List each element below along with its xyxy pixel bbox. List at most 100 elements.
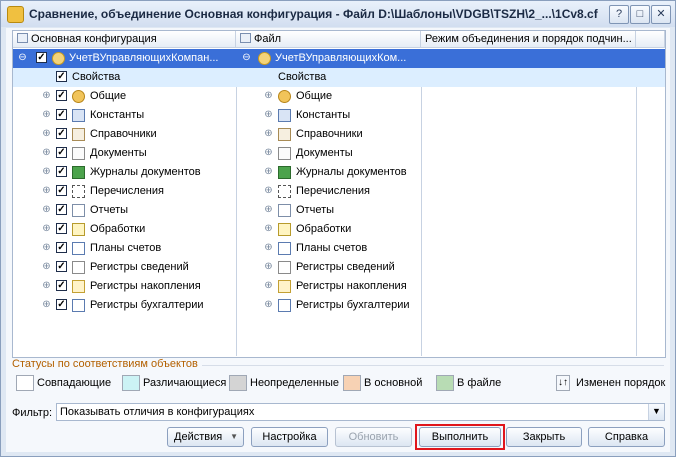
item-checkbox[interactable]: ✓ <box>56 147 67 158</box>
close-window-button[interactable]: ✕ <box>651 5 671 24</box>
item-label-file: Перечисления <box>296 185 370 197</box>
tree-row[interactable]: ⊕ ✓ Документы ⊕ Документы <box>13 144 665 163</box>
filter-combo[interactable]: Показывать отличия в конфигурациях ▼ <box>56 403 665 421</box>
legend-label: Различающиеся <box>143 377 227 389</box>
comparison-tree[interactable]: Основная конфигурация Файл Режим объедин… <box>12 30 666 358</box>
expand-icon[interactable]: ⊕ <box>42 129 51 139</box>
chevron-down-icon[interactable]: ▼ <box>648 404 664 420</box>
expand-icon[interactable]: ⊕ <box>264 262 273 272</box>
expand-icon[interactable]: ⊕ <box>42 300 51 310</box>
tree-row[interactable]: ⊕ ✓ Справочники ⊕ Справочники <box>13 125 665 144</box>
expand-icon[interactable]: ⊕ <box>264 167 273 177</box>
update-button[interactable]: Обновить <box>335 427 412 447</box>
expand-icon[interactable]: ⊕ <box>264 186 273 196</box>
tree-row[interactable]: ⊕ ✓ Регистры бухгалтерии ⊕ Регистры бухгалте… <box>13 296 665 315</box>
tree-row-root[interactable]: ⊖ ✓ УчетВУправляющихКомпан... ⊖ УчетВУправля… <box>13 49 665 68</box>
item-checkbox[interactable]: ✓ <box>56 242 67 253</box>
legend-swatch <box>436 375 454 391</box>
expand-icon[interactable]: ⊕ <box>42 224 51 234</box>
expand-icon[interactable]: ⊕ <box>264 205 273 215</box>
root-label-main: УчетВУправляющихКомпан... <box>69 52 219 64</box>
item-checkbox[interactable]: ✓ <box>56 261 67 272</box>
tree-row[interactable]: ⊕ ✓ Планы счетов ⊕ Планы счетов <box>13 239 665 258</box>
expand-icon[interactable]: ⊕ <box>264 243 273 253</box>
accumulation-registers-icon <box>72 280 85 293</box>
collapse-icon[interactable]: ⊖ <box>242 53 251 63</box>
merge-window: Сравнение, объединение Основная конфигур… <box>0 0 676 457</box>
item-label-main: Планы счетов <box>90 242 162 254</box>
expand-icon[interactable]: ⊕ <box>42 110 51 120</box>
item-checkbox[interactable]: ✓ <box>56 185 67 196</box>
item-label-main: Отчеты <box>90 204 129 216</box>
tree-row[interactable]: ⊕ ✓ Перечисления ⊕ Перечисления <box>13 182 665 201</box>
item-checkbox[interactable]: ✓ <box>56 204 67 215</box>
expand-icon[interactable]: ⊕ <box>42 186 51 196</box>
legend-order-changed-label: Изменен порядок <box>576 377 666 389</box>
dialog-body: Основная конфигурация Файл Режим объедин… <box>6 28 670 452</box>
expand-icon[interactable]: ⊕ <box>264 281 273 291</box>
tree-row[interactable]: ⊕ ✓ Общие ⊕ Общие <box>13 87 665 106</box>
item-checkbox[interactable]: ✓ <box>56 90 67 101</box>
item-checkbox[interactable]: ✓ <box>56 280 67 291</box>
expand-icon[interactable]: ⊕ <box>42 91 51 101</box>
tree-row[interactable]: ⊕ ✓ Обработки ⊕ Обработки <box>13 220 665 239</box>
column-header-main-config[interactable]: Основная конфигурация <box>13 31 236 48</box>
expand-icon[interactable]: ⊕ <box>42 281 51 291</box>
expand-icon[interactable]: ⊕ <box>42 148 51 158</box>
documents-icon <box>278 147 291 160</box>
accumulation-registers-icon <box>278 280 291 293</box>
legend-label: Совпадающие <box>37 377 112 389</box>
item-label-main: Обработки <box>90 223 146 235</box>
status-legend-group: Статусы по соответствиям объектов Совпад… <box>12 358 666 398</box>
item-checkbox[interactable]: ✓ <box>56 128 67 139</box>
item-checkbox[interactable]: ✓ <box>56 109 67 120</box>
maximize-button[interactable]: □ <box>630 5 650 24</box>
column-header-merge-mode[interactable]: Режим объединения и порядок подчин... <box>421 31 636 48</box>
expand-icon[interactable]: ⊕ <box>42 167 51 177</box>
expand-icon[interactable]: ⊕ <box>42 243 51 253</box>
help-window-button[interactable]: ? <box>609 5 629 24</box>
tree-row[interactable]: ✓ Свойства Свойства <box>13 68 665 87</box>
legend-swatch <box>229 375 247 391</box>
expand-icon[interactable]: ⊕ <box>264 300 273 310</box>
root-label-file: УчетВУправляющихКом... <box>275 52 407 64</box>
configuration-icon <box>17 33 28 43</box>
item-checkbox[interactable]: ✓ <box>56 299 67 310</box>
actions-button[interactable]: Действия ▼ <box>167 427 244 447</box>
tree-row[interactable]: ⊕ ✓ Отчеты ⊕ Отчеты <box>13 201 665 220</box>
tree-row[interactable]: ⊕ ✓ Регистры накопления ⊕ Регистры накоплени… <box>13 277 665 296</box>
legend-label: В файле <box>457 377 502 389</box>
item-label-main: Регистры накопления <box>90 280 201 292</box>
expand-icon[interactable]: ⊕ <box>264 129 273 139</box>
tree-row[interactable]: ⊕ ✓ Регистры сведений ⊕ Регистры сведений <box>13 258 665 277</box>
item-label-main: Документы <box>90 147 147 159</box>
collapse-icon[interactable]: ⊖ <box>18 53 27 63</box>
help-button[interactable]: Справка <box>588 427 665 447</box>
settings-button[interactable]: Настройка <box>251 427 328 447</box>
expand-icon[interactable]: ⊕ <box>264 148 273 158</box>
expand-icon[interactable]: ⊕ <box>264 224 273 234</box>
documents-icon <box>72 147 85 160</box>
config-root-icon <box>258 52 271 65</box>
expand-icon[interactable]: ⊕ <box>264 110 273 120</box>
order-changed-icon: ↓↑ <box>556 375 570 391</box>
item-checkbox[interactable]: ✓ <box>56 71 67 82</box>
filter-value: Показывать отличия в конфигурациях <box>60 406 255 418</box>
item-label-file: Журналы документов <box>296 166 407 178</box>
expand-icon[interactable]: ⊕ <box>264 91 273 101</box>
item-checkbox[interactable]: ✓ <box>56 166 67 177</box>
item-checkbox[interactable]: ✓ <box>56 223 67 234</box>
tree-row[interactable]: ⊕ ✓ Журналы документов ⊕ Журналы документов <box>13 163 665 182</box>
column-header-file[interactable]: Файл <box>236 31 421 48</box>
tree-row[interactable]: ⊕ ✓ Константы ⊕ Константы <box>13 106 665 125</box>
expand-icon[interactable]: ⊕ <box>42 205 51 215</box>
item-label-file: Константы <box>296 109 351 121</box>
item-label-file: Регистры накопления <box>296 280 407 292</box>
document-journals-icon <box>72 166 85 179</box>
legend-label: Неопределенные <box>250 377 340 389</box>
expand-icon[interactable]: ⊕ <box>42 262 51 272</box>
legend-label: В основной <box>364 377 423 389</box>
root-checkbox[interactable]: ✓ <box>36 52 47 63</box>
item-label-main: Регистры сведений <box>90 261 189 273</box>
close-button[interactable]: Закрыть <box>506 427 582 447</box>
